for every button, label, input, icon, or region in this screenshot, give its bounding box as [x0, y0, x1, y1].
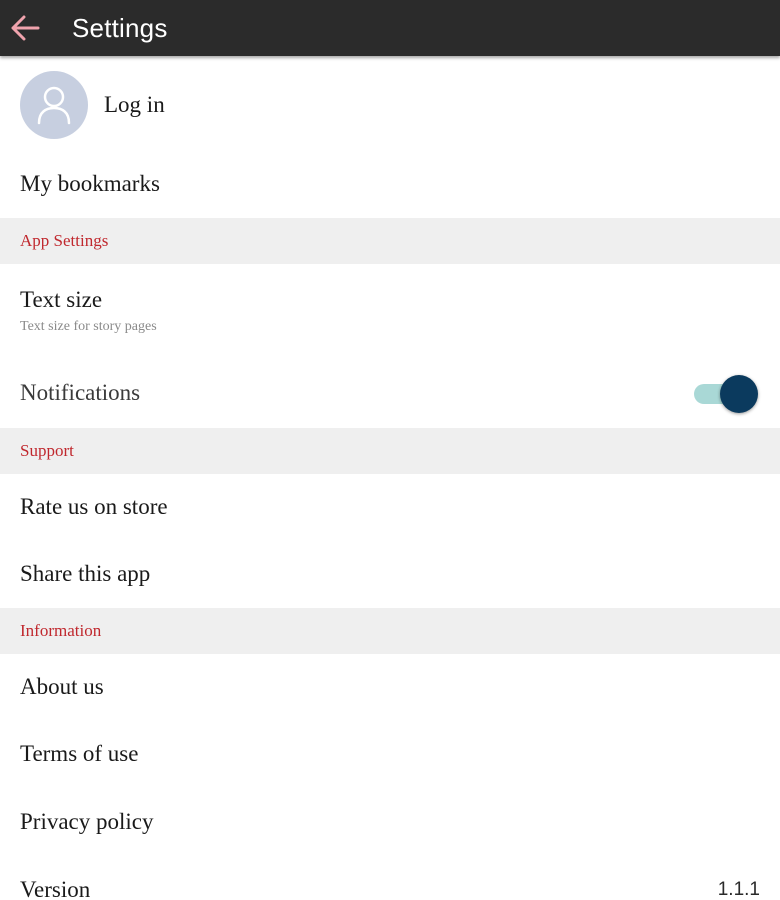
section-header-information: Information: [0, 608, 780, 654]
bookmarks-row[interactable]: My bookmarks: [0, 150, 780, 218]
share-app-label: Share this app: [20, 561, 151, 586]
text-size-label: Text size: [20, 287, 103, 312]
login-row[interactable]: Log in: [0, 64, 780, 146]
section-title: Information: [20, 621, 102, 640]
notifications-toggle[interactable]: [692, 373, 760, 413]
section-header-support: Support: [0, 428, 780, 474]
privacy-policy-label: Privacy policy: [20, 809, 154, 834]
back-button[interactable]: [0, 0, 50, 56]
login-label: Log in: [104, 92, 165, 117]
version-row: Version 1.1.1: [0, 856, 780, 900]
section-title: App Settings: [20, 231, 109, 250]
about-us-label: About us: [20, 674, 104, 699]
terms-of-use-row[interactable]: Terms of use: [0, 720, 780, 788]
arrow-left-icon: [11, 15, 40, 41]
user-icon: [37, 86, 71, 125]
bookmarks-label: My bookmarks: [20, 171, 160, 196]
about-us-row[interactable]: About us: [0, 654, 780, 720]
text-size-subtitle: Text size for story pages: [20, 319, 157, 334]
section-header-app-settings: App Settings: [0, 218, 780, 264]
share-app-row[interactable]: Share this app: [0, 540, 780, 608]
notifications-row: Notifications: [0, 358, 780, 428]
version-value: 1.1.1: [717, 879, 760, 900]
terms-of-use-label: Terms of use: [20, 741, 139, 766]
toggle-thumb: [720, 375, 758, 413]
notifications-label: Notifications: [20, 380, 141, 405]
section-title: Support: [20, 441, 74, 460]
privacy-policy-row[interactable]: Privacy policy: [0, 788, 780, 856]
app-bar: Settings: [0, 0, 780, 56]
page-title: Settings: [72, 12, 168, 43]
rate-us-row[interactable]: Rate us on store: [0, 474, 780, 540]
text-size-row[interactable]: Text size Text size for story pages: [0, 264, 780, 358]
version-label: Version: [20, 877, 91, 900]
avatar: [20, 71, 88, 139]
rate-us-label: Rate us on store: [20, 494, 168, 519]
